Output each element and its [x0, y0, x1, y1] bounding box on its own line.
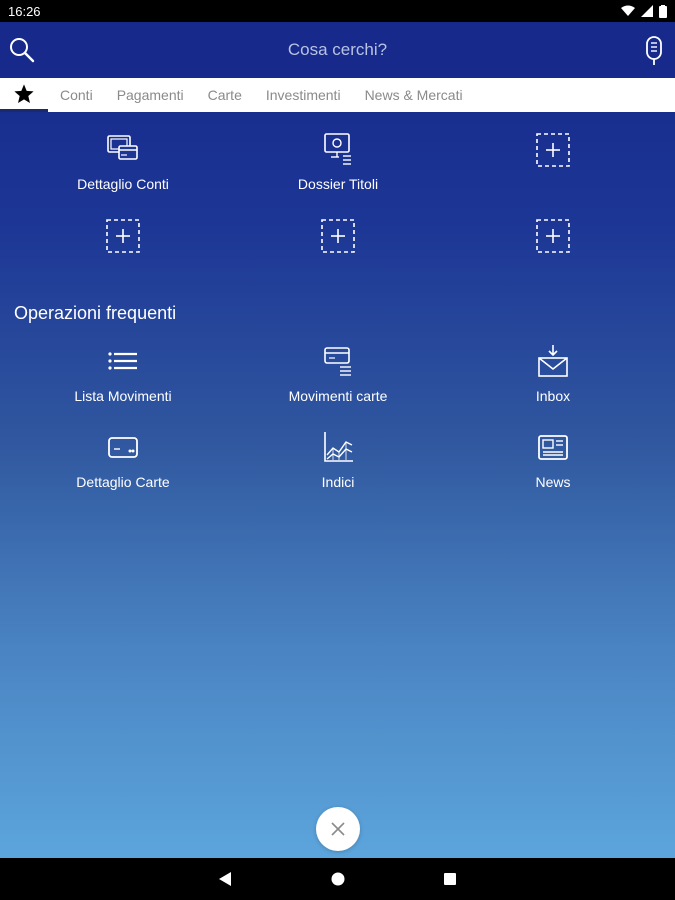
tab-pagamenti[interactable]: Pagamenti	[105, 78, 196, 112]
frequent-movimenti-carte[interactable]: Movimenti carte	[248, 344, 428, 404]
tile-label: Dettaglio Carte	[76, 474, 170, 490]
home-icon	[331, 872, 345, 886]
chart-icon	[324, 432, 353, 462]
recents-button[interactable]	[429, 858, 471, 900]
star-icon	[14, 83, 34, 103]
tile-label: Indici	[321, 474, 355, 490]
card-icon	[108, 437, 138, 458]
add-favorite-slot-4[interactable]	[463, 218, 643, 254]
system-nav-bar	[0, 858, 675, 900]
battery-icon	[659, 4, 667, 18]
home-button[interactable]	[317, 858, 359, 900]
status-time: 16:26	[8, 3, 41, 19]
account-detail-icon	[107, 135, 138, 160]
tab-carte[interactable]: Carte	[196, 78, 254, 112]
add-slot-icon	[321, 219, 355, 253]
list-icon	[108, 352, 137, 370]
tile-label: Inbox	[535, 388, 571, 404]
wifi-icon	[621, 5, 635, 16]
tab-investimenti[interactable]: Investimenti	[254, 78, 353, 112]
frequent-news[interactable]: News	[463, 430, 643, 490]
category-tabs: Conti Pagamenti Carte Investimenti News …	[0, 78, 675, 112]
securities-dossier-icon	[324, 133, 351, 165]
frequent-lista-movimenti[interactable]: Lista Movimenti	[33, 344, 213, 404]
section-title-frequent: Operazioni frequenti	[14, 303, 177, 323]
frequent-indici[interactable]: Indici	[248, 430, 428, 490]
status-icons	[621, 4, 667, 18]
search-bar	[0, 22, 675, 78]
tile-label: Movimenti carte	[288, 388, 388, 404]
frequent-inbox[interactable]: Inbox	[463, 344, 643, 404]
newspaper-icon	[538, 435, 568, 460]
back-button[interactable]	[204, 858, 246, 900]
tile-label: Dettaglio Conti	[77, 176, 169, 192]
add-slot-icon	[106, 219, 140, 253]
tab-favorites[interactable]	[0, 78, 48, 112]
microphone-icon[interactable]	[643, 36, 665, 66]
tile-label: Lista Movimenti	[74, 388, 172, 404]
close-icon	[331, 822, 345, 836]
add-slot-icon	[536, 133, 570, 167]
back-icon	[219, 872, 231, 886]
tab-news-mercati[interactable]: News & Mercati	[353, 78, 475, 112]
add-favorite-slot-3[interactable]	[248, 218, 428, 254]
favorite-dossier-titoli[interactable]: Dossier Titoli	[248, 132, 428, 192]
tab-conti[interactable]: Conti	[48, 78, 105, 112]
tile-label: Dossier Titoli	[297, 176, 379, 192]
add-favorite-slot-1[interactable]	[463, 132, 643, 168]
search-input[interactable]	[60, 32, 615, 68]
tile-label: News	[535, 474, 571, 490]
app-screen: Conti Pagamenti Carte Investimenti News …	[0, 22, 675, 858]
add-favorite-slot-2[interactable]	[33, 218, 213, 254]
search-icon[interactable]	[8, 36, 36, 64]
status-bar: 16:26	[0, 0, 675, 22]
inbox-icon	[538, 345, 568, 377]
card-transactions-icon	[324, 347, 351, 376]
frequent-dettaglio-carte[interactable]: Dettaglio Carte	[33, 430, 213, 490]
recents-icon	[444, 873, 456, 885]
close-button[interactable]	[316, 807, 360, 851]
signal-icon	[641, 5, 653, 17]
favorite-dettaglio-conti[interactable]: Dettaglio Conti	[33, 132, 213, 192]
add-slot-icon	[536, 219, 570, 253]
